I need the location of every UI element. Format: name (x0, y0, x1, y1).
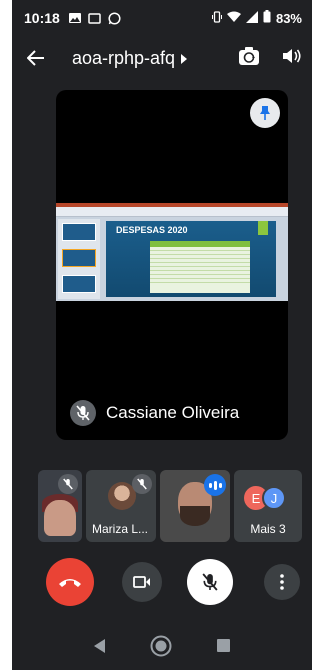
slide-canvas: DESPESAS 2020 (106, 221, 276, 297)
pin-icon (260, 106, 270, 120)
meeting-code-button[interactable]: aoa-rphp-afq (72, 47, 188, 69)
main-participant-label: Cassiane Oliveira (70, 400, 239, 426)
top-bar-actions (238, 46, 302, 71)
wifi-icon (226, 11, 241, 26)
mic-off-icon (70, 400, 96, 426)
call-controls (12, 558, 312, 606)
nav-back-icon[interactable] (94, 638, 106, 658)
hang-up-icon (59, 579, 81, 587)
more-vert-icon (280, 574, 284, 590)
participant-name: Mariza L... (92, 522, 149, 536)
mic-off-icon (202, 573, 218, 591)
meeting-top-bar: aoa-rphp-afq (12, 38, 312, 78)
status-right-group: 83% (211, 10, 302, 26)
video-camera-icon (133, 576, 150, 588)
speaking-indicator-icon (204, 474, 226, 496)
nav-recents-icon[interactable] (216, 639, 230, 657)
participant-tile-self[interactable] (38, 470, 82, 542)
whatsapp-icon (108, 11, 122, 25)
signal-icon (245, 10, 258, 26)
meeting-code: aoa-rphp-afq (72, 47, 176, 68)
image-icon (68, 11, 82, 25)
speaker-icon[interactable] (282, 47, 302, 70)
avatar-j: J (262, 486, 286, 510)
mic-off-icon (132, 474, 152, 494)
main-video-tile[interactable]: DESPESAS 2020 Cassiane Oliveira (56, 90, 288, 440)
vibrate-icon (211, 10, 222, 26)
participant-tile-more[interactable]: E J Mais 3 (234, 470, 302, 542)
slide-accent (258, 221, 268, 235)
slide-thumbnails (58, 219, 100, 299)
system-nav-bar (12, 626, 312, 670)
microphone-button[interactable] (187, 559, 233, 605)
mic-off-icon (58, 474, 78, 494)
end-call-button[interactable] (46, 558, 94, 606)
app-ribbon (56, 203, 288, 217)
pin-button[interactable] (250, 98, 280, 128)
slide-table (150, 241, 250, 293)
participant-tile-mariza[interactable]: Mariza L... (86, 470, 156, 542)
meet-call-screen: 10:18 83% aoa-rphp-afq DESPESAS 2020 Cas… (12, 0, 312, 670)
shared-presentation: DESPESAS 2020 (56, 203, 288, 301)
switch-camera-icon[interactable] (238, 46, 260, 71)
caret-right-icon (181, 48, 188, 69)
participant-strip: Mariza L... E J Mais 3 (38, 470, 302, 542)
slide-title: DESPESAS 2020 (116, 225, 188, 235)
main-participant-name: Cassiane Oliveira (106, 403, 240, 422)
more-options-button[interactable] (264, 564, 300, 600)
status-time: 10:18 (24, 10, 60, 26)
status-bar: 10:18 83% (12, 0, 312, 36)
participant-tile-speaking[interactable] (160, 470, 230, 542)
nav-home-icon[interactable] (150, 635, 172, 662)
cast-icon (88, 11, 102, 25)
more-participants-label: Mais 3 (250, 522, 286, 536)
back-arrow-icon[interactable] (22, 44, 50, 72)
battery-icon (263, 10, 271, 26)
battery-percent: 83% (275, 10, 302, 26)
camera-button[interactable] (122, 562, 162, 602)
